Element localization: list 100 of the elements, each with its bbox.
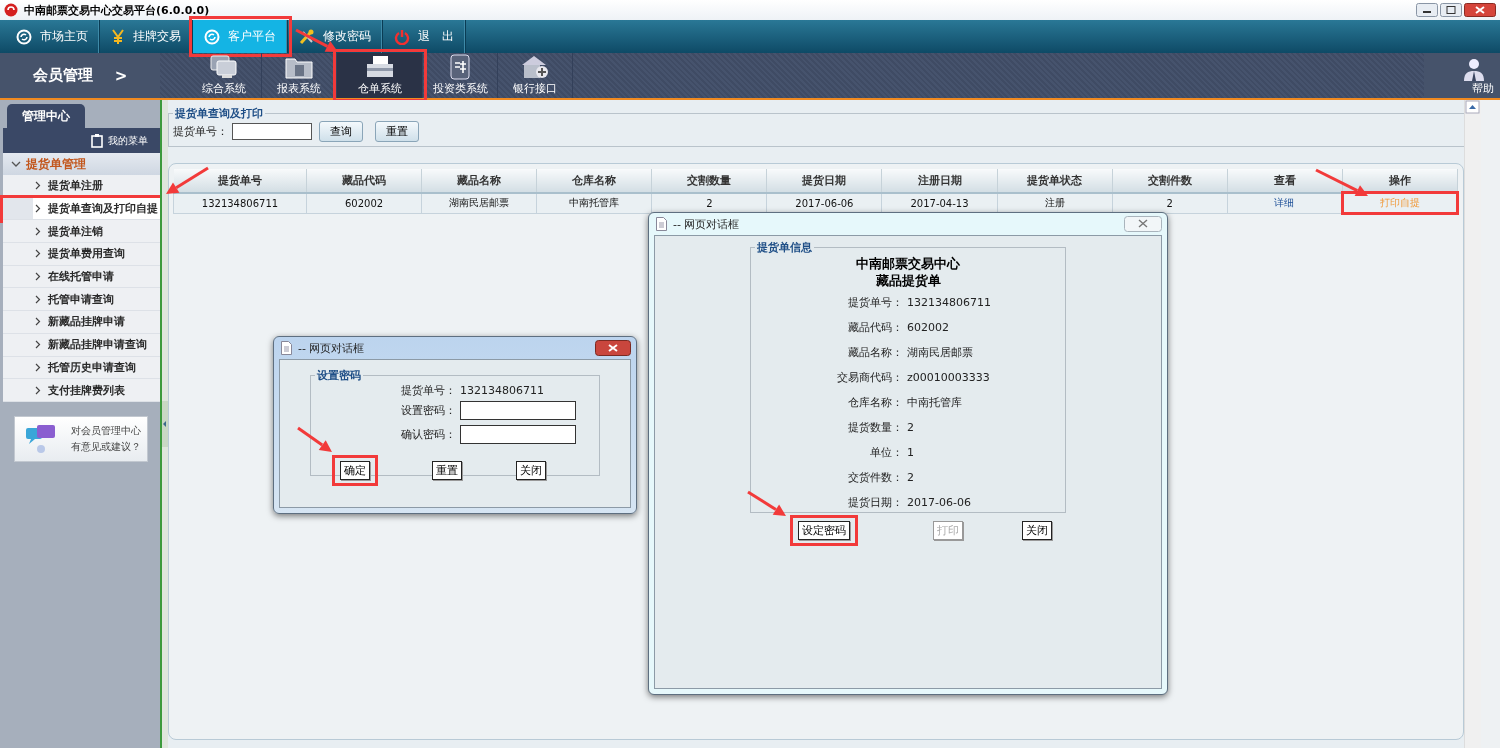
annotation-arrow xyxy=(297,426,332,452)
field-label: 设置密码： xyxy=(401,403,456,418)
close-icon[interactable] xyxy=(1464,3,1496,17)
module-tab[interactable]: 综合系统 xyxy=(187,53,262,98)
field-label: 提货数量： xyxy=(848,420,903,435)
menu-item[interactable]: 支付挂牌费列表 xyxy=(3,379,160,402)
section-title: 会员管理 xyxy=(32,66,93,85)
column-header: 提货单状态 xyxy=(997,169,1113,193)
section-arrow[interactable]: > xyxy=(114,66,128,85)
swirl-icon xyxy=(16,28,32,45)
table-cell: 132134806711 xyxy=(173,192,307,214)
dialog-button[interactable]: 关闭 xyxy=(1022,521,1052,540)
search-button[interactable]: 查询 xyxy=(319,121,363,142)
chevron-icon xyxy=(35,385,41,395)
field-label: 单位： xyxy=(870,445,903,460)
scroll-up-icon[interactable] xyxy=(1465,100,1481,114)
monitors-icon xyxy=(209,54,239,80)
chevron-icon xyxy=(35,362,41,372)
receipt-heading: 藏品提货单 xyxy=(875,272,941,289)
dialog-title: -- 网页对话框 xyxy=(673,216,740,232)
field-label: 交货件数： xyxy=(848,470,903,485)
menu-item[interactable]: 提货单查询及打印自提 xyxy=(3,197,160,221)
menu-item[interactable]: 提货单费用查询 xyxy=(3,243,160,266)
field-value: 中南托管库 xyxy=(906,395,963,410)
chevron-icon xyxy=(35,226,41,236)
swirl-icon xyxy=(204,28,220,45)
field-value: 湖南民居邮票 xyxy=(906,345,974,360)
menu-item[interactable]: 提货单注册 xyxy=(3,175,160,198)
menu-item[interactable]: 托管申请查询 xyxy=(3,288,160,312)
feedback-card[interactable]: 对会员管理中心有意见或建议？ xyxy=(14,415,148,462)
dialog-button[interactable]: 关闭 xyxy=(516,461,546,480)
column-header: 藏品代码 xyxy=(306,169,422,193)
my-menu-button[interactable]: 我的菜单 xyxy=(3,128,160,153)
chat-bubbles-icon xyxy=(25,423,57,454)
field-label: 确认密码： xyxy=(401,427,456,442)
section-legend: 设置密码 xyxy=(315,368,363,383)
sidebar-tab[interactable]: 管理中心 xyxy=(7,104,85,128)
dialog-button[interactable]: 重置 xyxy=(432,461,462,480)
menu-item[interactable]: 新藏品挂牌申请 xyxy=(3,311,160,334)
chevron-icon xyxy=(35,272,41,282)
dialog-button[interactable]: 确定 xyxy=(340,461,370,480)
password-field[interactable] xyxy=(460,425,576,444)
column-header: 藏品名称 xyxy=(421,169,537,193)
field-value: 602002 xyxy=(906,321,950,334)
feedback-text: 对会员管理中心有意见或建议？ xyxy=(71,423,142,454)
column-header: 注册日期 xyxy=(881,169,998,193)
column-header: 交割数量 xyxy=(651,169,767,193)
window-title: 中南邮票交易中心交易平台(6.0.0.0) xyxy=(24,2,210,18)
bank-icon xyxy=(520,54,550,80)
app-logo-icon xyxy=(4,3,18,17)
field-value: z00010003333 xyxy=(906,371,991,384)
minimize-icon[interactable] xyxy=(1416,3,1438,17)
chevron-icon xyxy=(35,181,41,191)
field-value: 132134806711 xyxy=(906,296,992,309)
reset-button[interactable]: 重置 xyxy=(375,121,419,142)
column-header: 查看 xyxy=(1227,169,1343,193)
module-tab[interactable]: 投资类系统 xyxy=(423,53,498,98)
field-label: 提货日期： xyxy=(848,495,903,510)
help-button[interactable]: 帮助 xyxy=(1424,53,1500,98)
password-field[interactable] xyxy=(460,401,576,420)
collapse-handle-icon[interactable] xyxy=(162,401,168,447)
field-label: 仓库名称： xyxy=(848,395,903,410)
module-tab[interactable]: 银行接口 xyxy=(498,53,573,98)
field-label: 提货单号： xyxy=(848,295,903,310)
section-legend: 提货单信息 xyxy=(755,240,814,255)
input-field[interactable] xyxy=(232,123,312,140)
field-value: 2 xyxy=(906,421,915,434)
yen-icon xyxy=(111,28,125,45)
chevron-icon xyxy=(11,160,21,168)
annotation-arrow xyxy=(1315,168,1368,196)
chevron-icon xyxy=(35,249,41,259)
field-label: 提货单号： xyxy=(401,383,456,398)
tools-icon xyxy=(299,28,315,45)
person-icon xyxy=(1462,57,1486,81)
field-value: 1 xyxy=(906,446,915,459)
field-value: 2017-06-06 xyxy=(906,496,972,509)
annotation-arrow xyxy=(747,490,786,516)
receipt-heading: 中南邮票交易中心 xyxy=(856,255,960,272)
annotation-arrow xyxy=(166,166,209,194)
document-icon xyxy=(281,341,292,355)
chevron-icon xyxy=(35,204,41,214)
column-header: 交割件数 xyxy=(1112,169,1228,193)
chevron-icon xyxy=(35,317,41,327)
field-value: 2 xyxy=(906,471,915,484)
menu-item[interactable]: 在线托管申请 xyxy=(3,265,160,289)
field-label: 交易商代码： xyxy=(837,370,903,385)
document-icon xyxy=(656,217,667,231)
column-header: 仓库名称 xyxy=(536,169,652,193)
dialog-button[interactable]: 设定密码 xyxy=(798,521,850,540)
detail-link[interactable]: 详细 xyxy=(1274,197,1295,209)
menu-item[interactable]: 新藏品挂牌申请查询 xyxy=(3,333,160,357)
column-header: 提货日期 xyxy=(766,169,882,193)
close-icon[interactable] xyxy=(595,340,631,356)
field-label: 藏品名称： xyxy=(848,345,903,360)
column-header: 提货单号 xyxy=(173,169,307,193)
maximize-icon[interactable] xyxy=(1440,3,1462,17)
menu-item[interactable]: 托管历史申请查询 xyxy=(3,356,160,380)
menu-item[interactable]: 提货单注销 xyxy=(3,220,160,244)
dialog-title: -- 网页对话框 xyxy=(298,340,365,356)
field-label: 提货单号： xyxy=(173,124,228,139)
